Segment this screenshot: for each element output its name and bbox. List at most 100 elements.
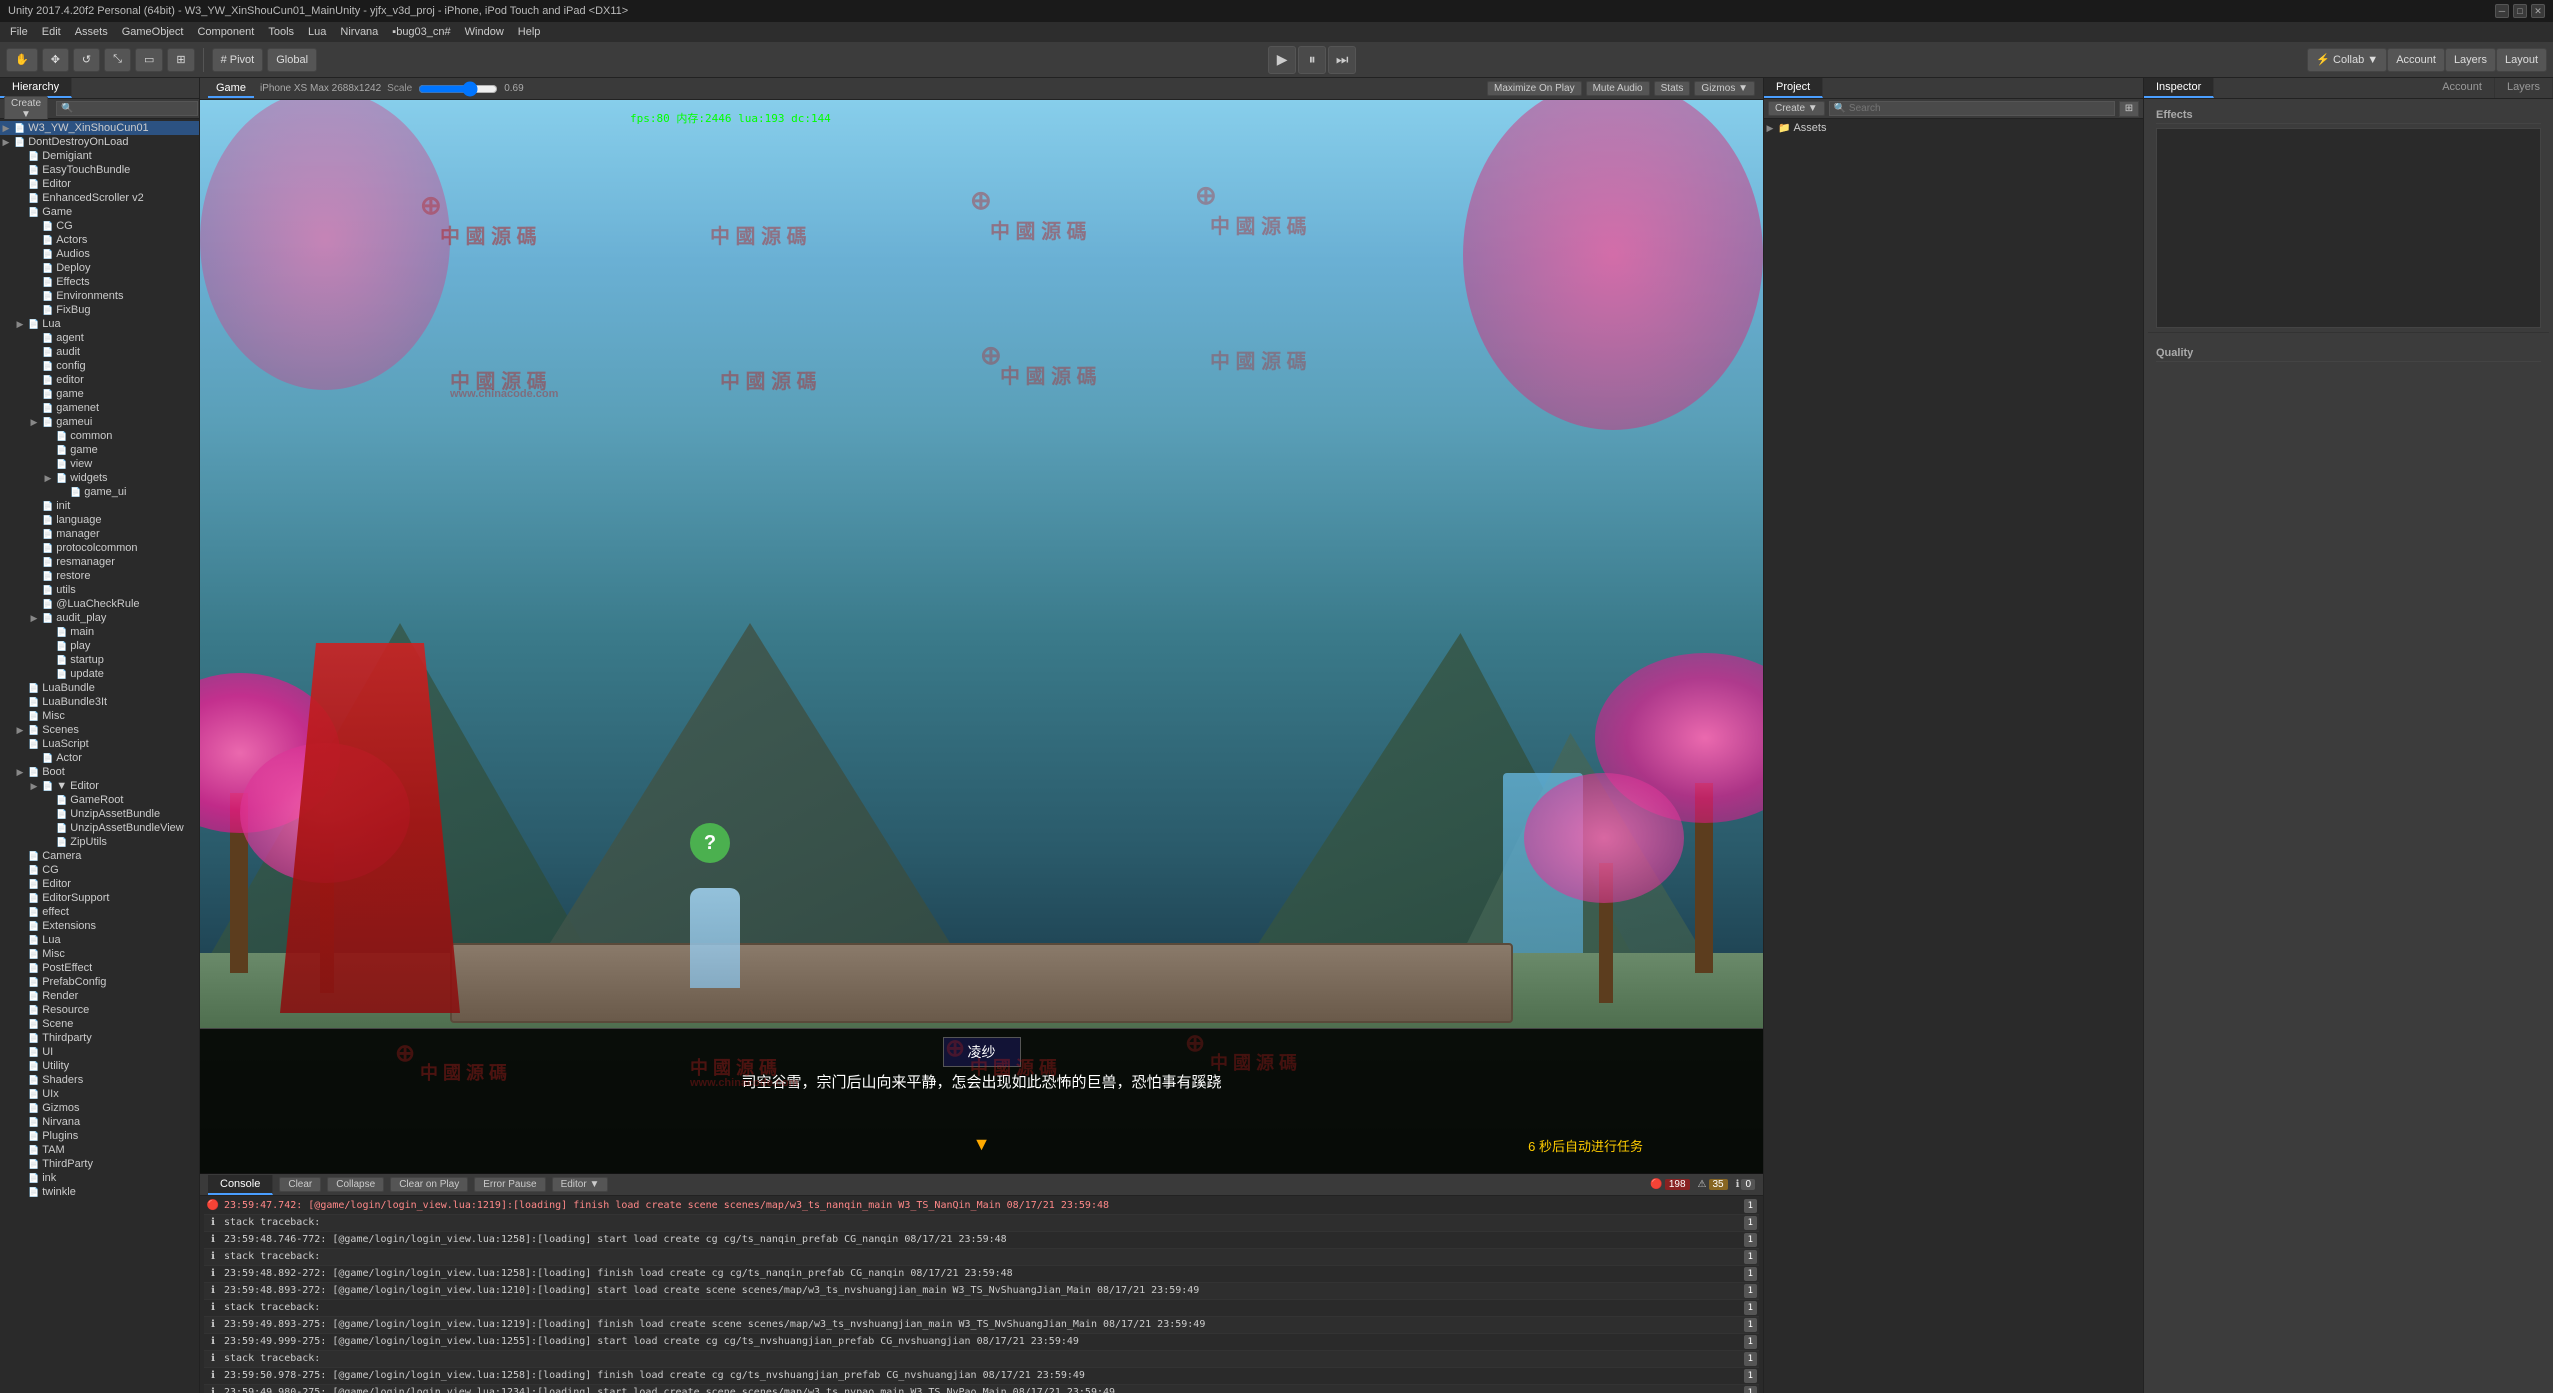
hierarchy-item-scene2[interactable]: 📄 Scene xyxy=(0,1017,199,1031)
menu-bug[interactable]: ▪bug03_cn# xyxy=(386,24,456,40)
hierarchy-item-environments[interactable]: 📄 Environments xyxy=(0,289,199,303)
hierarchy-item-effects[interactable]: 📄 Effects xyxy=(0,275,199,289)
maximize-button[interactable]: □ xyxy=(2513,4,2527,18)
stats-button[interactable]: Stats xyxy=(1654,81,1691,96)
hierarchy-search-input[interactable] xyxy=(56,101,198,116)
hierarchy-item-demigiant[interactable]: 📄 Demigiant xyxy=(0,149,199,163)
hierarchy-item-lua2[interactable]: 📄 Lua xyxy=(0,933,199,947)
hierarchy-item-deploy[interactable]: 📄 Deploy xyxy=(0,261,199,275)
hierarchy-item-audit[interactable]: 📄 audit xyxy=(0,345,199,359)
account-subtab[interactable]: Account xyxy=(2430,78,2495,98)
hierarchy-item-resmanager[interactable]: 📄 resmanager xyxy=(0,555,199,569)
hierarchy-item-actor[interactable]: 📄 Actor xyxy=(0,751,199,765)
error-pause-button[interactable]: Error Pause xyxy=(474,1177,545,1192)
console-line[interactable]: ℹ 23:59:48.893-272: [@game/login/login_v… xyxy=(204,1283,1759,1300)
hierarchy-item-effect[interactable]: 📄 effect xyxy=(0,905,199,919)
hierarchy-item-lua[interactable]: ▶ 📄 Lua xyxy=(0,317,199,331)
hierarchy-item-gameroot[interactable]: 📄 GameRoot xyxy=(0,793,199,807)
menu-help[interactable]: Help xyxy=(512,24,547,40)
editor-dropdown-button[interactable]: Editor ▼ xyxy=(552,1177,609,1192)
inspector-tab[interactable]: Inspector xyxy=(2144,78,2214,98)
hierarchy-item-common[interactable]: 📄 common xyxy=(0,429,199,443)
hierarchy-item-audios[interactable]: 📄 Audios xyxy=(0,247,199,261)
project-create-button[interactable]: Create ▼ xyxy=(1768,101,1825,116)
pause-button[interactable]: ⏸ xyxy=(1298,46,1326,74)
hierarchy-item-cg[interactable]: 📄 CG xyxy=(0,219,199,233)
hierarchy-item-enhancedscroller[interactable]: 📄 EnhancedScroller v2 xyxy=(0,191,199,205)
hierarchy-item-resource[interactable]: 📄 Resource xyxy=(0,1003,199,1017)
console-line[interactable]: ℹ 23:59:49.999-275: [@game/login/login_v… xyxy=(204,1334,1759,1351)
hierarchy-item-play[interactable]: 📄 play xyxy=(0,639,199,653)
hierarchy-item-utils[interactable]: 📄 utils xyxy=(0,583,199,597)
menu-tools[interactable]: Tools xyxy=(262,24,300,40)
hierarchy-item-unzipassetbundleview[interactable]: 📄 UnzipAssetBundleView xyxy=(0,821,199,835)
hierarchy-item-luabundle[interactable]: 📄 LuaBundle xyxy=(0,681,199,695)
console-line[interactable]: 🔴 23:59:47.742: [@game/login/login_view.… xyxy=(204,1198,1759,1215)
hierarchy-item-gizmos[interactable]: 📄 Gizmos xyxy=(0,1101,199,1115)
hierarchy-item-misc[interactable]: 📄 Misc xyxy=(0,709,199,723)
hierarchy-item-game[interactable]: 📄 Game xyxy=(0,205,199,219)
hierarchy-item-ink[interactable]: 📄 ink xyxy=(0,1171,199,1185)
close-button[interactable]: ✕ xyxy=(2531,4,2545,18)
console-line[interactable]: ℹ stack traceback: 1 xyxy=(204,1215,1759,1232)
console-line[interactable]: ℹ 23:59:48.746-772: [@game/login/login_v… xyxy=(204,1232,1759,1249)
account-button[interactable]: Account xyxy=(2387,48,2445,72)
hierarchy-item-luascript[interactable]: 📄 LuaScript xyxy=(0,737,199,751)
hierarchy-item-unzipassetbundle[interactable]: 📄 UnzipAssetBundle xyxy=(0,807,199,821)
rect-tool[interactable]: ▭ xyxy=(135,48,163,72)
mute-audio-button[interactable]: Mute Audio xyxy=(1586,81,1650,96)
hierarchy-item-restore[interactable]: 📄 restore xyxy=(0,569,199,583)
console-content[interactable]: 🔴 23:59:47.742: [@game/login/login_view.… xyxy=(200,1196,1763,1393)
layers-button[interactable]: Layers xyxy=(2445,48,2496,72)
console-line[interactable]: ℹ stack traceback: 1 xyxy=(204,1300,1759,1317)
hierarchy-item-ui2[interactable]: 📄 UIx xyxy=(0,1087,199,1101)
hierarchy-item-view[interactable]: 📄 view xyxy=(0,457,199,471)
menu-component[interactable]: Component xyxy=(191,24,260,40)
rotate-tool[interactable]: ↺ xyxy=(73,48,100,72)
console-line[interactable]: ℹ 23:59:48.892-272: [@game/login/login_v… xyxy=(204,1266,1759,1283)
hierarchy-item-nirvana[interactable]: 📄 Nirvana xyxy=(0,1115,199,1129)
project-assets-item[interactable]: ▶ 📁 Assets xyxy=(1764,121,2143,135)
hierarchy-item-fixbug[interactable]: 📄 FixBug xyxy=(0,303,199,317)
menu-assets[interactable]: Assets xyxy=(69,24,114,40)
hierarchy-item-gamenet[interactable]: 📄 gamenet xyxy=(0,401,199,415)
clear-on-play-button[interactable]: Clear on Play xyxy=(390,1177,468,1192)
hierarchy-item-camera[interactable]: 📄 Camera xyxy=(0,849,199,863)
hierarchy-item-boot[interactable]: ▶ 📄 Boot xyxy=(0,765,199,779)
hierarchy-item-scenes[interactable]: ▶ 📄 Scenes xyxy=(0,723,199,737)
layers-subtab[interactable]: Layers xyxy=(2495,78,2553,98)
hierarchy-item-ziputils[interactable]: 📄 ZipUtils xyxy=(0,835,199,849)
hierarchy-item-tam[interactable]: 📄 TAM xyxy=(0,1143,199,1157)
hierarchy-item-editor[interactable]: 📄 Editor xyxy=(0,177,199,191)
menu-nirvana[interactable]: Nirvana xyxy=(334,24,384,40)
console-line[interactable]: ℹ 23:59:50.978-275: [@game/login/login_v… xyxy=(204,1368,1759,1385)
menu-file[interactable]: File xyxy=(4,24,34,40)
hierarchy-item-plugins[interactable]: 📄 Plugins xyxy=(0,1129,199,1143)
clear-button[interactable]: Clear xyxy=(279,1177,321,1192)
hierarchy-item-config[interactable]: 📄 config xyxy=(0,359,199,373)
hierarchy-item-update[interactable]: 📄 update xyxy=(0,667,199,681)
hierarchy-item-extensions[interactable]: 📄 Extensions xyxy=(0,919,199,933)
hierarchy-item-luabundle3it[interactable]: 📄 LuaBundle3It xyxy=(0,695,199,709)
maximize-on-play-button[interactable]: Maximize On Play xyxy=(1487,81,1582,96)
step-button[interactable]: ⏭ xyxy=(1328,46,1356,74)
layout-button[interactable]: Layout xyxy=(2496,48,2547,72)
hierarchy-item-manager[interactable]: 📄 manager xyxy=(0,527,199,541)
hierarchy-item-language[interactable]: 📄 language xyxy=(0,513,199,527)
global-button[interactable]: Global xyxy=(267,48,317,72)
hierarchy-item-w3_xin[interactable]: ▶ 📄 W3_YW_XinShouCun01 xyxy=(0,121,199,135)
hierarchy-item-protocolcommon[interactable]: 📄 protocolcommon xyxy=(0,541,199,555)
hierarchy-item-ui[interactable]: 📄 UI xyxy=(0,1045,199,1059)
hierarchy-item-posteffect[interactable]: 📄 PostEffect xyxy=(0,961,199,975)
hierarchy-item-dont_destroy[interactable]: ▶ 📄 DontDestroyOnLoad xyxy=(0,135,199,149)
hierarchy-item-init[interactable]: 📄 init xyxy=(0,499,199,513)
hierarchy-item-thirdparty[interactable]: 📄 Thirdparty xyxy=(0,1031,199,1045)
collab-button[interactable]: ⚡ Collab ▼ xyxy=(2307,48,2387,72)
hierarchy-item-easytouchbundle[interactable]: 📄 EasyTouchBundle xyxy=(0,163,199,177)
hierarchy-item-thirdparty2[interactable]: 📄 ThirdParty xyxy=(0,1157,199,1171)
menu-gameobject[interactable]: GameObject xyxy=(116,24,190,40)
hierarchy-item-misc2[interactable]: 📄 Misc xyxy=(0,947,199,961)
console-line[interactable]: ℹ stack traceback: 1 xyxy=(204,1351,1759,1368)
hierarchy-item-prefabconfig[interactable]: 📄 PrefabConfig xyxy=(0,975,199,989)
pivot-button[interactable]: # Pivot xyxy=(212,48,264,72)
